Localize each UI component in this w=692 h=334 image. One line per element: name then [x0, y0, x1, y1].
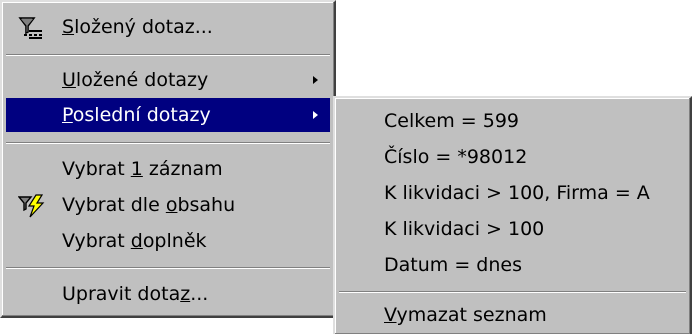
menu-item-select-by-content[interactable]: Vybrat dle obsahu [6, 188, 330, 222]
menu-item-saved-queries[interactable]: Uložené dotazy [6, 63, 330, 97]
menu-item-edit-query[interactable]: Upravit dotaz... [6, 277, 330, 311]
menu-item-select-complement[interactable]: Vybrat doplněk [6, 224, 330, 258]
menu-item-compound-query[interactable]: Složený dotaz... [6, 10, 330, 44]
funnel-with-lightning-icon [18, 194, 45, 218]
menu-item-label: K likvidaci > 100, Firma = A [384, 182, 650, 204]
menu-item-label: Vybrat 1 záznam [62, 158, 223, 180]
recent-query-item[interactable]: Číslo = *98012 [339, 140, 686, 174]
menu-item-label: Uložené dotazy [62, 69, 209, 91]
recent-query-item[interactable]: Datum = dnes [339, 248, 686, 282]
menu-separator [6, 142, 330, 144]
recent-queries-submenu: Celkem = 599 Číslo = *98012 K likvidaci … [333, 96, 692, 334]
menu-separator [6, 267, 330, 269]
menu-item-label: Složený dotaz... [62, 16, 213, 38]
query-context-menu: Složený dotaz... Uložené dotazy Poslední… [0, 0, 336, 318]
menu-item-clear-list[interactable]: Vymazat seznam [339, 298, 686, 332]
menu-item-recent-queries[interactable]: Poslední dotazy [6, 98, 330, 132]
menu-item-label: Datum = dnes [384, 254, 522, 276]
recent-query-item[interactable]: K likvidaci > 100, Firma = A [339, 176, 686, 210]
funnel-with-list-icon [18, 17, 42, 39]
menu-item-label: Vymazat seznam [384, 304, 547, 326]
recent-query-item[interactable]: Celkem = 599 [339, 104, 686, 138]
submenu-arrow-icon [313, 76, 318, 84]
menu-item-label: Celkem = 599 [384, 110, 520, 132]
menu-item-label: Číslo = *98012 [384, 146, 528, 168]
menu-item-select-one-record[interactable]: Vybrat 1 záznam [6, 152, 330, 186]
menu-separator [6, 54, 330, 56]
screen: Složený dotaz... Uložené dotazy Poslední… [0, 0, 692, 334]
menu-separator [339, 291, 686, 293]
menu-item-label: Vybrat dle obsahu [62, 194, 236, 216]
menu-item-label: Poslední dotazy [62, 104, 211, 126]
menu-item-label: K likvidaci > 100 [384, 218, 545, 240]
menu-item-label: Upravit dotaz... [62, 283, 209, 305]
submenu-arrow-icon [313, 111, 318, 119]
menu-item-label: Vybrat doplněk [62, 230, 207, 252]
recent-query-item[interactable]: K likvidaci > 100 [339, 212, 686, 246]
